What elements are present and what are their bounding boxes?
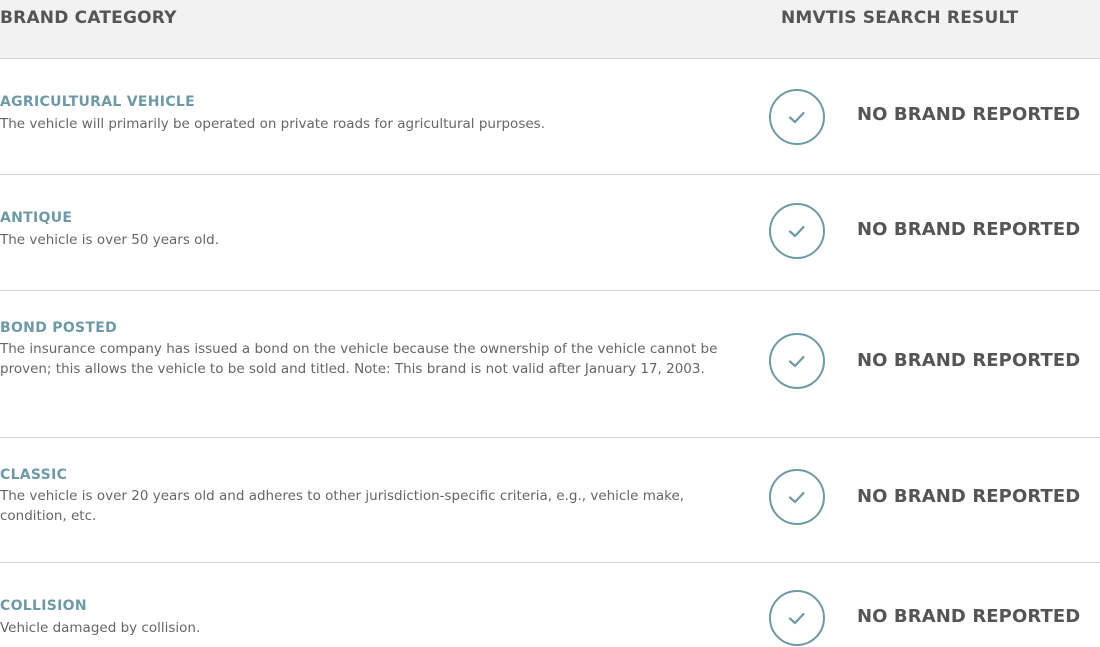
check-circle-icon	[769, 333, 825, 389]
search-result-text: NO BRAND REPORTED	[857, 104, 1081, 125]
brand-title: CLASSIC	[0, 467, 68, 483]
check-circle-icon	[769, 203, 825, 259]
brand-category-header: BRAND CATEGORY	[0, 8, 177, 28]
brand-row-agricultural-vehicle: AGRICULTURAL VEHICLE The vehicle will pr…	[0, 59, 1100, 175]
brand-row-antique: ANTIQUE The vehicle is over 50 years old…	[0, 175, 1100, 291]
check-circle-icon	[769, 590, 825, 646]
search-result-text: NO BRAND REPORTED	[857, 486, 1081, 507]
brand-title: ANTIQUE	[0, 210, 73, 226]
brand-row-collision: COLLISION Vehicle damaged by collision. …	[0, 563, 1100, 647]
table-header: BRAND CATEGORY NMVTIS SEARCH RESULT	[0, 0, 1100, 59]
brand-title: COLLISION	[0, 598, 87, 614]
brand-description: Vehicle damaged by collision.	[0, 620, 201, 636]
brand-description: The vehicle is over 20 years old and adh…	[0, 488, 685, 524]
search-result-text: NO BRAND REPORTED	[857, 219, 1081, 240]
search-result-text: NO BRAND REPORTED	[857, 350, 1081, 371]
brand-row-classic: CLASSIC The vehicle is over 20 years old…	[0, 438, 1100, 563]
brand-description: The vehicle will primarily be operated o…	[0, 116, 545, 132]
check-circle-icon	[769, 89, 825, 145]
nmvtis-search-result-header: NMVTIS SEARCH RESULT	[781, 8, 1019, 28]
brand-row-bond-posted: BOND POSTED The insurance company has is…	[0, 291, 1100, 438]
brand-description: The insurance company has issued a bond …	[0, 341, 718, 377]
brand-title: BOND POSTED	[0, 320, 118, 336]
brand-description: The vehicle is over 50 years old.	[0, 232, 220, 248]
search-result-text: NO BRAND REPORTED	[857, 606, 1081, 627]
brand-title: AGRICULTURAL VEHICLE	[0, 94, 195, 110]
check-circle-icon	[769, 469, 825, 525]
